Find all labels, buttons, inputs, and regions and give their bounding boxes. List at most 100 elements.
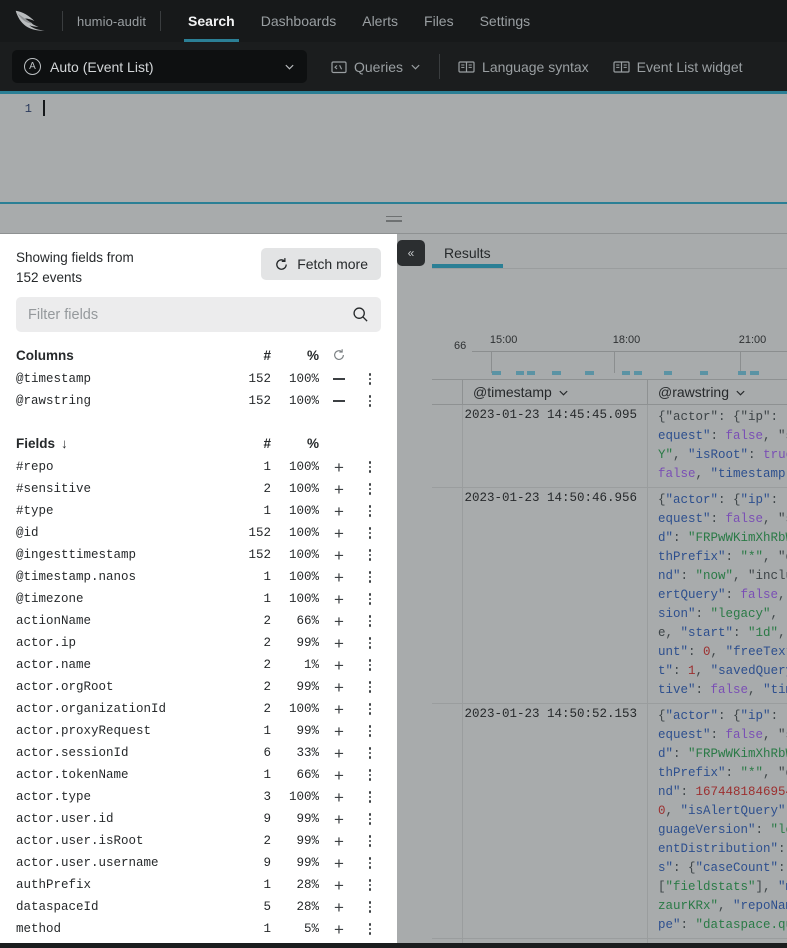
add-column-button[interactable]: + xyxy=(319,459,359,476)
field-menu-button[interactable] xyxy=(359,395,381,407)
field-menu-button[interactable] xyxy=(359,373,381,385)
field-row[interactable]: actor.proxyRequest199%+ xyxy=(0,720,397,742)
field-menu-button[interactable] xyxy=(359,923,381,935)
field-row[interactable]: #sensitive2100%+ xyxy=(0,478,397,500)
table-row[interactable]: 2023-01-23 14:50:46.956{"actor": {"ip": … xyxy=(432,488,787,704)
field-row[interactable]: @timestamp.nanos1100%+ xyxy=(0,566,397,588)
field-row[interactable]: actor.sessionId633%+ xyxy=(0,742,397,764)
crowdstrike-falcon-logo-icon[interactable] xyxy=(14,8,48,34)
chart-bar[interactable] xyxy=(664,371,672,375)
fetch-more-button[interactable]: Fetch more xyxy=(261,248,381,280)
field-menu-button[interactable] xyxy=(359,527,381,539)
chart-bar[interactable] xyxy=(585,371,593,375)
field-menu-button[interactable] xyxy=(359,571,381,583)
field-row[interactable]: authPrefix128%+ xyxy=(0,874,397,896)
field-row[interactable]: actor.orgRoot299%+ xyxy=(0,676,397,698)
search-icon[interactable] xyxy=(352,306,369,323)
field-row[interactable]: actor.name21%+ xyxy=(0,654,397,676)
field-row[interactable]: dataspaceId528%+ xyxy=(0,896,397,918)
add-column-button[interactable]: + xyxy=(319,525,359,542)
add-column-button[interactable]: + xyxy=(319,569,359,586)
field-row[interactable]: actor.organizationId2100%+ xyxy=(0,698,397,720)
fields-list-scroll[interactable]: Columns # % @timestamp152100%@rawstring1… xyxy=(0,342,397,943)
row-expander-cell[interactable] xyxy=(432,939,463,943)
field-row[interactable]: @rawstring152100% xyxy=(0,390,397,412)
reset-columns-button[interactable] xyxy=(319,348,359,362)
field-row[interactable]: @id152100%+ xyxy=(0,522,397,544)
field-menu-button[interactable] xyxy=(359,879,381,891)
repository-name[interactable]: humio-audit xyxy=(77,14,146,29)
add-column-button[interactable]: + xyxy=(319,547,359,564)
add-column-button[interactable]: + xyxy=(319,723,359,740)
add-column-button[interactable]: + xyxy=(319,679,359,696)
add-column-button[interactable]: + xyxy=(319,811,359,828)
nav-item-search[interactable]: Search xyxy=(175,0,248,42)
nav-item-settings[interactable]: Settings xyxy=(467,0,544,42)
event-list-widget-button[interactable]: Event List widget xyxy=(601,50,755,83)
tab-results[interactable]: Results xyxy=(432,245,503,268)
field-menu-button[interactable] xyxy=(359,747,381,759)
field-row[interactable]: @ingesttimestamp152100%+ xyxy=(0,544,397,566)
row-expander-cell[interactable] xyxy=(432,704,463,938)
field-menu-button[interactable] xyxy=(359,835,381,847)
chart-bar[interactable] xyxy=(492,371,500,375)
add-column-button[interactable]: + xyxy=(319,657,359,674)
column-header-rawstring[interactable]: @rawstring xyxy=(648,380,787,404)
field-menu-button[interactable] xyxy=(359,549,381,561)
field-row[interactable]: actor.type3100%+ xyxy=(0,786,397,808)
add-column-button[interactable]: + xyxy=(319,613,359,630)
chart-bar[interactable] xyxy=(738,371,746,375)
field-row[interactable]: actor.ip299%+ xyxy=(0,632,397,654)
remove-column-button[interactable] xyxy=(319,400,359,402)
add-column-button[interactable]: + xyxy=(319,789,359,806)
widget-type-select[interactable]: A Auto (Event List) xyxy=(12,50,307,83)
column-header-timestamp[interactable]: @timestamp xyxy=(463,380,648,404)
field-menu-button[interactable] xyxy=(359,461,381,473)
nav-item-dashboards[interactable]: Dashboards xyxy=(248,0,350,42)
add-column-button[interactable]: + xyxy=(319,701,359,718)
chart-bar[interactable] xyxy=(750,371,758,375)
table-row[interactable]: 2023-01-23 14:50:52.153{"actor": {"ip": … xyxy=(432,704,787,939)
filter-fields-input[interactable] xyxy=(28,307,352,323)
nav-item-files[interactable]: Files xyxy=(411,0,467,42)
events-timeline-chart[interactable]: 66 15:0018:0021:00 xyxy=(432,269,787,379)
add-column-button[interactable]: + xyxy=(319,899,359,916)
add-column-button[interactable]: + xyxy=(319,503,359,520)
chart-bar[interactable] xyxy=(622,371,630,375)
field-row[interactable]: actor.user.id999%+ xyxy=(0,808,397,830)
chart-bar[interactable] xyxy=(634,371,642,375)
field-row[interactable]: #type1100%+ xyxy=(0,500,397,522)
add-column-button[interactable]: + xyxy=(319,877,359,894)
field-row[interactable]: @timezone1100%+ xyxy=(0,588,397,610)
add-column-button[interactable]: + xyxy=(319,833,359,850)
query-editor[interactable]: 1 xyxy=(0,94,787,202)
chart-bar[interactable] xyxy=(516,371,524,375)
field-menu-button[interactable] xyxy=(359,681,381,693)
field-menu-button[interactable] xyxy=(359,901,381,913)
add-column-button[interactable]: + xyxy=(319,855,359,872)
collapse-panel-button[interactable]: « xyxy=(397,240,425,266)
field-menu-button[interactable] xyxy=(359,659,381,671)
field-menu-button[interactable] xyxy=(359,615,381,627)
chart-bar[interactable] xyxy=(527,371,535,375)
field-row[interactable]: actionName266%+ xyxy=(0,610,397,632)
nav-item-alerts[interactable]: Alerts xyxy=(349,0,411,42)
remove-column-button[interactable] xyxy=(319,378,359,380)
field-row[interactable]: actor.user.username999%+ xyxy=(0,852,397,874)
chart-bar[interactable] xyxy=(700,371,708,375)
field-row[interactable]: #repo1100%+ xyxy=(0,456,397,478)
field-menu-button[interactable] xyxy=(359,703,381,715)
field-menu-button[interactable] xyxy=(359,483,381,495)
field-row[interactable]: actor.user.isRoot299%+ xyxy=(0,830,397,852)
field-menu-button[interactable] xyxy=(359,593,381,605)
field-menu-button[interactable] xyxy=(359,791,381,803)
row-expander-cell[interactable] xyxy=(432,488,463,703)
field-row[interactable]: method15%+ xyxy=(0,918,397,940)
field-menu-button[interactable] xyxy=(359,725,381,737)
add-column-button[interactable]: + xyxy=(319,921,359,938)
add-column-button[interactable]: + xyxy=(319,591,359,608)
field-menu-button[interactable] xyxy=(359,637,381,649)
table-row[interactable]: 2023-01-23 14:45:45.095{"actor": {"ip": … xyxy=(432,405,787,488)
field-row[interactable]: @timestamp152100% xyxy=(0,368,397,390)
add-column-button[interactable]: + xyxy=(319,745,359,762)
